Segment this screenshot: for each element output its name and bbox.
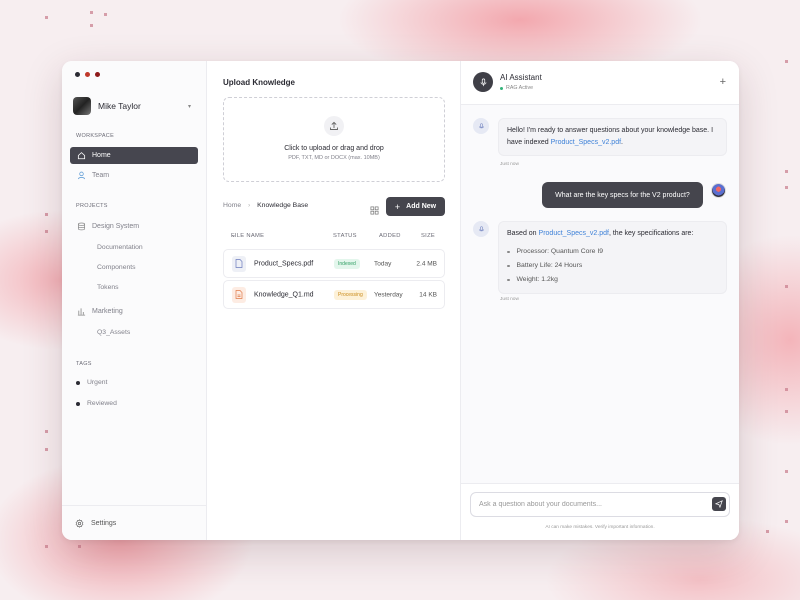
assistant-panel: AI Assistant RAG Active + Hello! I'm rea… [461,61,739,540]
message-text: . [621,139,623,146]
file-added: Today [374,260,392,267]
sidebar-subitem-documentation[interactable]: Documentation [97,244,143,251]
disclaimer: AI can make mistakes. Verify important i… [545,525,655,530]
upload-dropzone[interactable]: Click to upload or drag and drop PDF, TX… [223,97,445,182]
sidebar-subitem-q3-assets[interactable]: Q3_Assets [97,329,130,336]
dropzone-subtitle: PDF, TXT, MD or DOCX (max. 10MB) [288,155,380,161]
column-header-file-name[interactable]: FILE NAME ⌄ [231,233,264,239]
avatar [73,97,91,115]
user-menu[interactable]: Mike Taylor ▾ [73,97,191,115]
chat-input[interactable] [470,492,730,517]
tag-reviewed[interactable]: Reviewed [76,400,117,407]
sidebar-item-team[interactable]: Team [70,167,198,184]
user-name: Mike Taylor [98,101,141,111]
column-header-status: STATUS [333,233,357,239]
sidebar-item-label: Marketing [92,308,123,315]
rag-status-label: RAG Active [506,85,534,91]
tag-bullet [76,401,80,406]
assistant-message: Based on Product_Specs_v2.pdf, the key s… [498,221,727,294]
user-avatar [711,183,726,198]
spec-list: Processor: Quantum Core I9 Battery Life:… [507,245,718,287]
sidebar: Mike Taylor ▾ WORKSPACE Home Team PROJEC… [62,61,207,540]
workspace-section-label: WORKSPACE [76,133,115,139]
assistant-message: Hello! I'm ready to answer questions abo… [498,118,727,156]
app-window: Mike Taylor ▾ WORKSPACE Home Team PROJEC… [62,61,739,540]
tag-urgent[interactable]: Urgent [76,379,107,386]
breadcrumb-home[interactable]: Home [223,202,241,209]
gear-icon [75,518,84,528]
file-size: 14 KB [419,291,437,298]
assistant-avatar [473,118,489,134]
status-dot [500,86,503,90]
message-timestamp: Just now [500,297,519,302]
projects-section-label: PROJECTS [76,203,108,209]
status-badge: Indexed [334,258,360,269]
tags-section-label: TAGS [76,361,92,367]
list-item: Weight: 1.2kg [507,273,718,287]
chat-title: AI Assistant [500,73,542,82]
message-timestamp: Just now [500,162,519,167]
sidebar-item-label: Design System [92,223,140,230]
chat-composer: AI can make mistakes. Verify important i… [461,483,739,540]
sidebar-item-label: Home [92,152,111,159]
add-new-label: Add New [406,203,437,210]
file-added: Yesterday [374,291,403,298]
user-icon [76,171,86,181]
settings-label: Settings [91,519,117,527]
assistant-avatar [473,221,489,237]
user-message: What are the key specs for the V2 produc… [542,182,703,208]
plus-icon: + [394,201,401,212]
maximize-window-dot[interactable] [95,72,100,77]
document-link[interactable]: Product_Specs_v2.pdf [551,139,621,146]
column-header-added: ADDED [379,233,401,239]
tag-label: Urgent [87,379,108,386]
settings-button[interactable]: Settings [62,505,206,540]
send-button[interactable] [712,497,726,511]
microphone-icon [473,72,493,92]
chevron-down-icon: ▾ [187,103,191,110]
tag-bullet [76,380,80,385]
chevron-right-icon: › [248,202,251,209]
message-text: Based on [507,230,539,237]
rag-status: RAG Active [500,85,533,91]
file-name: Product_Specs.pdf [254,260,314,267]
home-icon [76,151,86,161]
status-badge: Processing [334,289,367,300]
knowledge-panel: Upload Knowledge Click to upload or drag… [207,61,461,540]
document-link[interactable]: Product_Specs_v2.pdf [539,230,609,237]
file-name: Knowledge_Q1.md [254,291,314,298]
bar-chart-icon [76,307,86,317]
list-item: Processor: Quantum Core I9 [507,245,718,259]
table-row[interactable]: Product_Specs.pdf Indexed Today 2.4 MB [223,249,445,278]
list-item: Battery Life: 24 Hours [507,259,718,273]
sidebar-subitem-components[interactable]: Components [97,264,136,271]
grid-view-icon[interactable] [370,202,379,220]
database-icon [76,222,86,232]
pdf-file-icon [232,255,246,272]
dropzone-title: Click to upload or drag and drop [284,145,384,152]
chat-header: AI Assistant RAG Active + [461,61,739,105]
breadcrumb-current: Knowledge Base [257,202,309,209]
minimize-window-dot[interactable] [85,72,90,77]
sidebar-item-design-system[interactable]: Design System [70,218,198,235]
upload-icon [324,116,344,136]
new-chat-button[interactable]: + [720,76,726,88]
breadcrumb: Home › Knowledge Base [223,202,308,209]
sidebar-subitem-tokens[interactable]: Tokens [97,284,119,291]
window-controls [75,72,100,77]
close-window-dot[interactable] [75,72,80,77]
md-file-icon [232,286,246,303]
sidebar-item-marketing[interactable]: Marketing [70,303,198,320]
message-text: , the key specifications are: [608,230,694,237]
tag-label: Reviewed [87,400,117,407]
send-icon [715,500,723,508]
sidebar-item-home[interactable]: Home [70,147,198,164]
column-header-size: SIZE [421,233,436,239]
table-row[interactable]: Knowledge_Q1.md Processing Yesterday 14 … [223,280,445,309]
sidebar-item-label: Team [92,172,110,179]
file-size: 2.4 MB [416,260,437,267]
add-new-button[interactable]: + Add New [386,197,445,216]
page-title: Upload Knowledge [223,78,295,87]
